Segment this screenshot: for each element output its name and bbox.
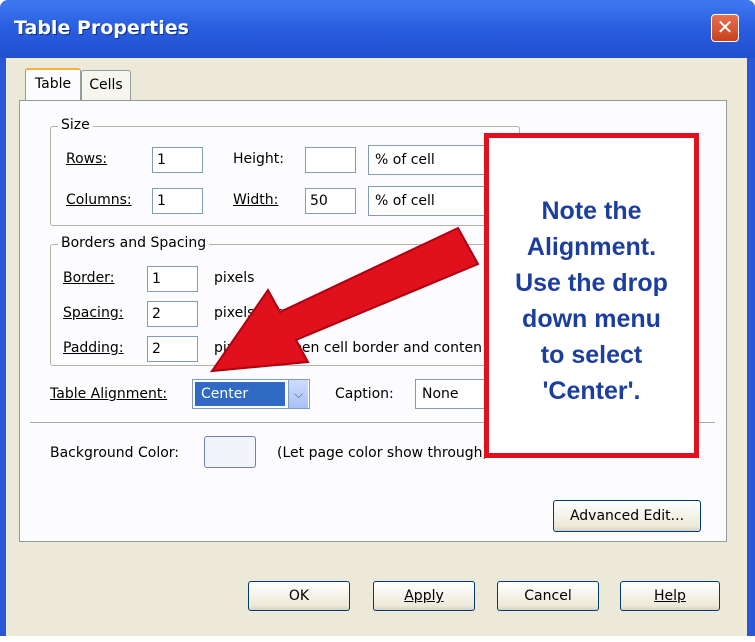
arrow-shape: [209, 226, 480, 373]
bottom-strip: [0, 636, 755, 642]
annotation-arrow: [209, 226, 480, 373]
